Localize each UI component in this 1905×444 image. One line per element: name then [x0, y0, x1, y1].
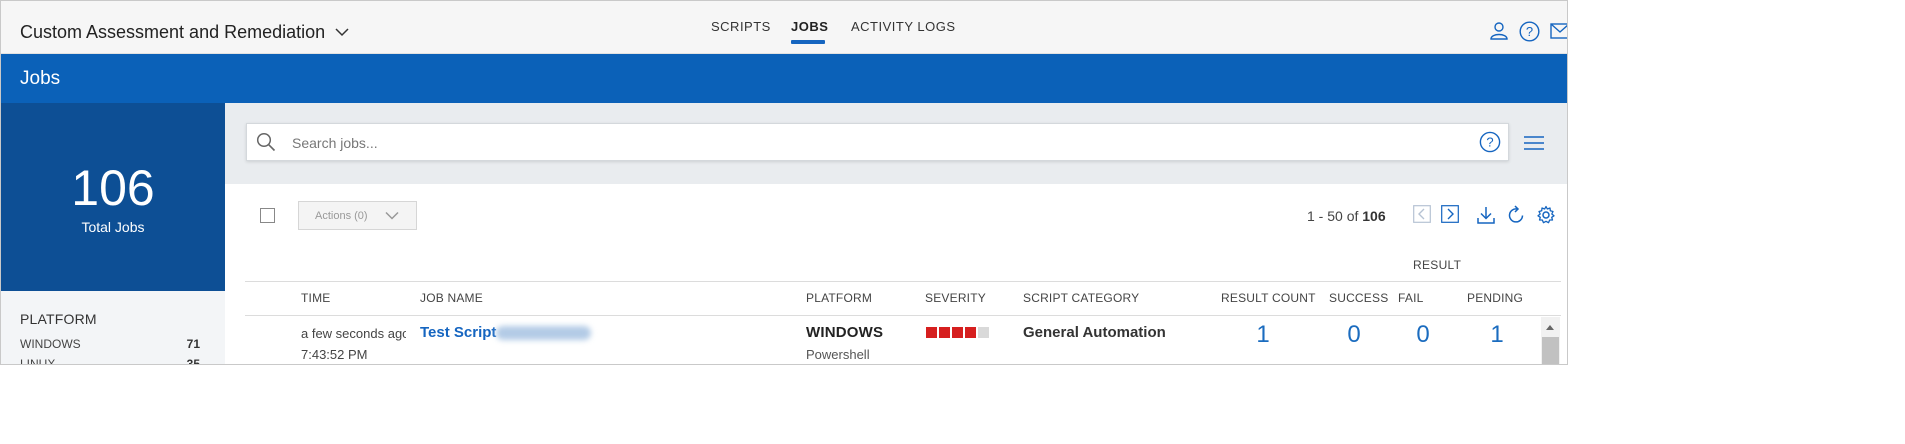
pagination-total: 106 — [1362, 208, 1386, 224]
success-count-value[interactable]: 0 — [1334, 321, 1374, 349]
job-script-type: Powershell — [806, 347, 870, 362]
pagination-range: 1 - 50 of — [1307, 208, 1359, 224]
page-banner: Jobs — [1, 54, 1567, 103]
pagination-info: 1 - 50 of 106 — [1307, 208, 1386, 224]
settings-gear-icon[interactable] — [1536, 205, 1556, 225]
actions-label: Actions (0) — [315, 210, 368, 222]
result-group-header: RESULT — [1413, 258, 1462, 272]
facet-item-count: 35 — [186, 357, 200, 365]
redacted-tag — [496, 326, 591, 340]
facet-item-linux[interactable]: LINUX 35 — [20, 357, 200, 365]
scroll-up-arrow-icon[interactable] — [1542, 319, 1558, 335]
column-header-success[interactable]: SUCCESS — [1329, 291, 1388, 305]
severity-segment — [926, 327, 937, 338]
help-icon[interactable]: ? — [1519, 21, 1540, 42]
severity-segment — [939, 327, 950, 338]
column-header-pending[interactable]: PENDING — [1467, 291, 1523, 305]
job-platform: WINDOWS — [806, 324, 884, 341]
total-jobs-count: 106 — [71, 160, 155, 216]
refresh-icon[interactable] — [1506, 205, 1526, 225]
severity-segment — [965, 327, 976, 338]
column-header-time[interactable]: TIME — [301, 291, 330, 305]
select-all-checkbox[interactable] — [260, 208, 275, 223]
actions-dropdown[interactable]: Actions (0) — [298, 201, 417, 230]
svg-text:?: ? — [1526, 24, 1533, 39]
column-header-severity[interactable]: SEVERITY — [925, 291, 986, 305]
search-box[interactable]: ? — [246, 123, 1509, 161]
pending-count-value[interactable]: 1 — [1477, 321, 1517, 349]
facet-item-label: WINDOWS — [20, 337, 81, 351]
fail-count-value[interactable]: 0 — [1403, 321, 1443, 349]
previous-page-icon[interactable] — [1413, 205, 1431, 223]
job-time-relative: a few seconds ago — [301, 326, 406, 341]
facet-item-windows[interactable]: WINDOWS 71 — [20, 337, 200, 351]
tab-jobs[interactable]: JOBS — [791, 19, 828, 34]
job-time: 7:43:52 PM — [301, 347, 368, 362]
total-jobs-label: Total Jobs — [81, 219, 145, 235]
column-header-fail[interactable]: FAIL — [1398, 291, 1423, 305]
divider — [245, 315, 1561, 316]
divider — [245, 281, 1561, 282]
page-title: Jobs — [20, 68, 61, 89]
chevron-down-icon — [385, 211, 399, 220]
mail-icon[interactable] — [1550, 23, 1568, 39]
facet-title: PLATFORM — [20, 311, 97, 327]
column-header-platform[interactable]: PLATFORM — [806, 291, 872, 305]
app-window: Custom Assessment and Remediation SCRIPT… — [0, 0, 1568, 365]
next-page-icon[interactable] — [1441, 205, 1459, 223]
tab-scripts[interactable]: SCRIPTS — [711, 19, 771, 34]
svg-text:?: ? — [1486, 135, 1493, 150]
user-icon[interactable] — [1489, 21, 1509, 41]
download-icon[interactable] — [1476, 205, 1496, 225]
tab-activity-logs[interactable]: ACTIVITY LOGS — [851, 19, 956, 34]
search-help-icon[interactable]: ? — [1479, 131, 1501, 153]
top-header: Custom Assessment and Remediation SCRIPT… — [1, 1, 1568, 54]
app-title[interactable]: Custom Assessment and Remediation — [20, 22, 325, 43]
facet-item-count: 71 — [186, 337, 200, 351]
severity-segment — [952, 327, 963, 338]
column-header-job-name[interactable]: JOB NAME — [420, 291, 483, 305]
column-header-result-count[interactable]: RESULT COUNT — [1221, 291, 1316, 305]
hamburger-menu-icon[interactable] — [1523, 135, 1545, 151]
search-input[interactable] — [292, 133, 1442, 153]
job-script-category: General Automation — [1023, 324, 1166, 341]
column-header-script-category[interactable]: SCRIPT CATEGORY — [1023, 291, 1139, 305]
active-tab-indicator — [791, 40, 825, 44]
platform-facet: PLATFORM WINDOWS 71 LINUX 35 — [1, 291, 225, 365]
scrollbar-thumb[interactable] — [1542, 337, 1559, 364]
search-icon — [256, 132, 276, 152]
facet-item-label: LINUX — [20, 357, 56, 365]
result-count-value[interactable]: 1 — [1243, 321, 1283, 349]
job-name-link[interactable]: Test Script — [420, 324, 496, 341]
chevron-down-icon[interactable] — [335, 27, 349, 37]
total-jobs-card: 106 Total Jobs — [1, 103, 225, 291]
severity-segment — [978, 327, 989, 338]
